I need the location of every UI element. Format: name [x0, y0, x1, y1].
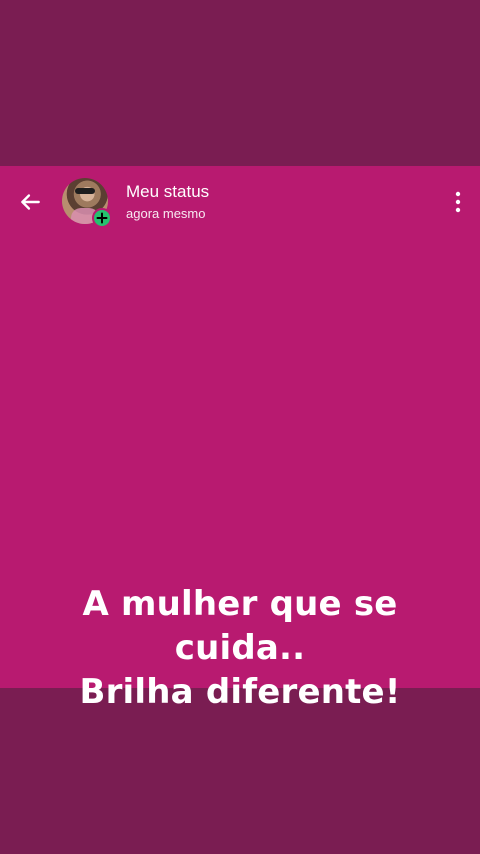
status-meta: Meu status agora mesmo	[126, 182, 209, 222]
caption-line-1: A mulher que se cuida..	[82, 584, 398, 668]
status-caption: A mulher que se cuida.. Brilha diferente…	[20, 582, 460, 714]
status-viewer-screen: Meu status agora mesmo A mulher que se c…	[0, 0, 480, 854]
add-status-badge[interactable]	[92, 208, 112, 228]
status-header: Meu status agora mesmo	[0, 166, 480, 236]
plus-icon	[96, 212, 108, 224]
back-button[interactable]	[10, 182, 50, 222]
caption-line-2: Brilha diferente!	[79, 672, 401, 712]
status-title: Meu status	[126, 182, 210, 201]
avatar-container[interactable]	[62, 178, 112, 228]
status-time: agora mesmo	[126, 206, 206, 221]
more-options-button[interactable]	[446, 184, 470, 220]
vertical-dots-icon	[455, 191, 461, 213]
status-card: Meu status agora mesmo A mulher que se c…	[0, 166, 480, 712]
back-arrow-icon	[21, 194, 40, 210]
